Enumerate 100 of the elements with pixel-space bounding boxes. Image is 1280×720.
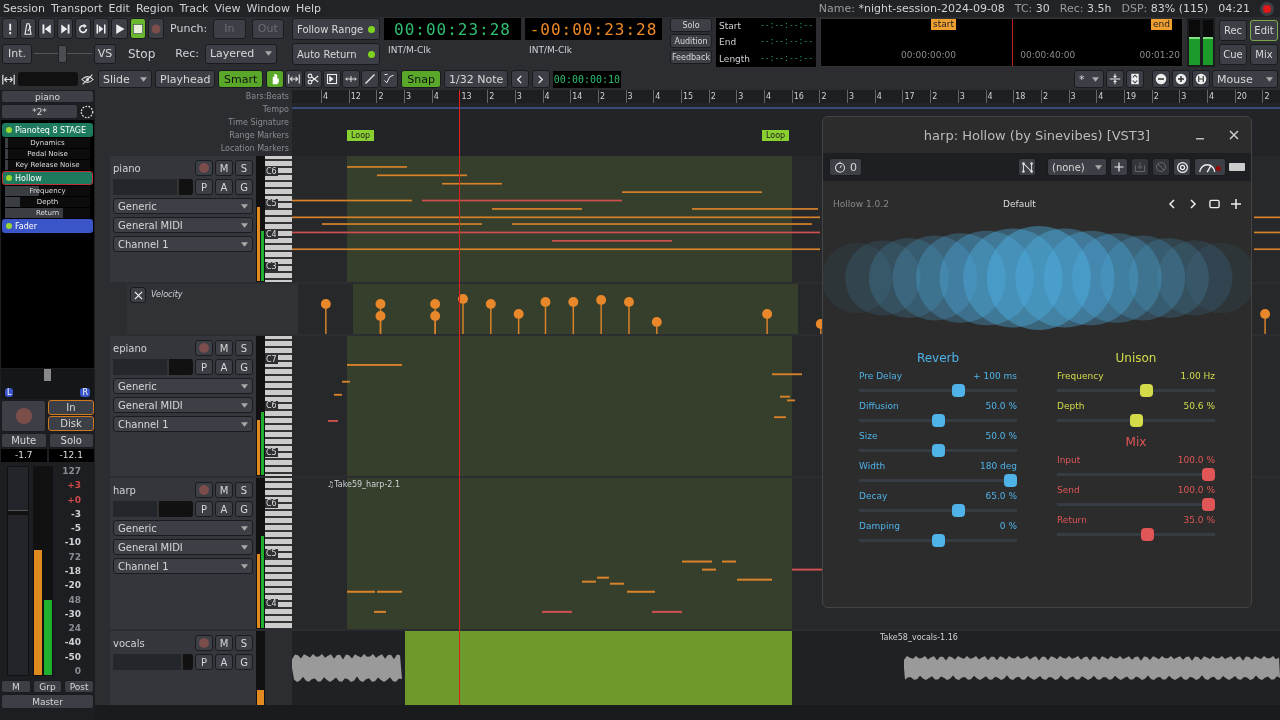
track-toggle-button[interactable]: M (215, 482, 233, 498)
record-arm-button[interactable] (195, 160, 213, 176)
piano-keyboard[interactable]: C6 C5 C4 C3 (265, 156, 292, 282)
slider-thumb[interactable] (1004, 474, 1017, 487)
bypass-button[interactable] (1173, 158, 1191, 176)
midi-setting-dropdown[interactable]: General MIDI (113, 217, 253, 233)
window-tab[interactable]: Cue (1219, 44, 1247, 65)
option-toggle[interactable]: Follow Range (292, 18, 380, 40)
midi-notes-drawing[interactable] (1254, 216, 1280, 251)
velocity-lollipop[interactable] (458, 294, 468, 334)
preset-dropdown[interactable]: (none) (1047, 158, 1107, 176)
slider-thumb[interactable] (1141, 528, 1155, 541)
velocity-lollipop[interactable] (485, 299, 496, 334)
next-icon[interactable] (1188, 199, 1198, 209)
pin-connections-button[interactable] (1018, 158, 1036, 176)
track-name[interactable]: harp (113, 484, 193, 496)
horizontal-scrollbar[interactable] (95, 705, 1280, 720)
expand-icon[interactable] (2, 72, 15, 86)
hidden-eye-icon[interactable] (81, 72, 94, 86)
velocity-lollipop[interactable] (430, 311, 441, 334)
midi-setting-dropdown[interactable]: Generic (113, 520, 253, 536)
nudge-forward-button[interactable] (531, 70, 550, 88)
velocity-lollipop[interactable] (540, 297, 551, 334)
track-option-button[interactable]: A (215, 179, 233, 195)
edit-mode-dropdown[interactable]: Slide (98, 70, 152, 88)
midi-setting-dropdown[interactable]: Channel 1 (113, 416, 253, 432)
go-to-start-button[interactable] (38, 18, 55, 39)
marker-flag[interactable]: start (931, 19, 956, 30)
solo-button[interactable]: Solo (48, 433, 94, 448)
zoom-in-button[interactable] (1172, 70, 1190, 88)
input-button[interactable]: *2* (1, 104, 78, 119)
close-icon[interactable] (1229, 130, 1239, 140)
velocity-lollipop[interactable] (651, 317, 662, 334)
menu-item[interactable]: Track (176, 2, 212, 15)
midi-setting-dropdown[interactable]: Channel 1 (113, 558, 253, 574)
slider-thumb[interactable] (951, 384, 965, 397)
track-gain-slider[interactable] (113, 501, 193, 517)
record-mode-dropdown[interactable]: Layered (204, 43, 277, 64)
sync-button[interactable]: Int. (2, 43, 32, 64)
slider-thumb[interactable] (1139, 384, 1153, 397)
add-preset-button[interactable] (1110, 158, 1128, 176)
time-clock[interactable]: 00:00:23:28 (384, 18, 521, 40)
track-toggle-button[interactable]: S (235, 160, 253, 176)
plugin-slot[interactable]: Fader (2, 219, 93, 233)
save-preset-button[interactable] (1131, 158, 1149, 176)
plus-icon[interactable] (1231, 199, 1241, 209)
piano-keyboard[interactable]: C7 C6 C5 (265, 336, 292, 476)
grab-tool-button[interactable] (266, 70, 285, 88)
monitor-button[interactable]: Audition (670, 34, 712, 48)
cut-tool-button[interactable] (304, 70, 323, 88)
track-option-button[interactable]: A (215, 359, 233, 375)
midi-setting-dropdown[interactable]: Generic (113, 198, 253, 214)
monitor-button[interactable]: Solo (670, 18, 712, 32)
pan-handle[interactable] (43, 369, 51, 381)
grid-dropdown[interactable]: 1/32 Note (443, 70, 508, 88)
expand-tracks-button[interactable] (1126, 70, 1144, 88)
track-option-button[interactable]: G (235, 654, 253, 670)
record-arm-button[interactable] (195, 340, 213, 356)
strip-option-button[interactable]: M (1, 680, 31, 693)
plugin-slot[interactable]: Hollow (2, 171, 93, 185)
record-arm-button[interactable] (195, 635, 213, 651)
velocity-lollipop[interactable] (762, 309, 773, 334)
menu-item[interactable]: Window (243, 2, 293, 15)
record-arm-button[interactable] (1, 400, 46, 432)
play-button[interactable] (111, 18, 128, 39)
slider-thumb[interactable] (1202, 468, 1215, 481)
previous-icon[interactable] (1167, 199, 1177, 209)
name-field[interactable] (18, 72, 78, 86)
alert-button[interactable] (2, 18, 19, 39)
smart-mode-button[interactable]: Smart (218, 70, 264, 88)
midi-setting-dropdown[interactable]: Generic (113, 378, 253, 394)
track-gain-slider[interactable] (113, 179, 193, 195)
monitor-input-button[interactable]: In (48, 400, 94, 415)
marker-flag[interactable]: end (1151, 19, 1172, 30)
content-tool-button[interactable] (323, 70, 342, 88)
plugin-slot[interactable]: Pianoteq 8 STAGE (2, 123, 93, 137)
piano-keyboard[interactable]: C6 C5 C4 (265, 478, 292, 629)
shuttle-handle[interactable] (58, 44, 67, 63)
track-toggle-button[interactable]: S (235, 635, 253, 651)
velocity-lollipop[interactable] (375, 311, 386, 334)
menu-item[interactable]: Edit (105, 2, 133, 15)
output-button[interactable]: Master (1, 694, 94, 709)
window-tab[interactable]: Edit (1250, 20, 1278, 41)
track-name[interactable]: epiano (113, 342, 193, 354)
preset-name-text[interactable]: Default (1003, 199, 1167, 209)
slider-thumb[interactable] (1202, 498, 1215, 511)
automation-button[interactable] (1194, 158, 1226, 176)
close-lane-button[interactable] (130, 287, 146, 303)
window-tab[interactable]: Mix (1250, 44, 1278, 65)
midi-setting-dropdown[interactable]: Channel 1 (113, 236, 253, 252)
track-option-button[interactable]: G (235, 179, 253, 195)
stereo-panner[interactable]: L R (1, 369, 94, 399)
edit-point-dropdown[interactable]: Playhead (155, 70, 215, 88)
track-toggle-button[interactable]: S (235, 340, 253, 356)
stop-button[interactable] (129, 18, 146, 39)
midi-setting-dropdown[interactable]: General MIDI (113, 397, 253, 413)
go-to-end-button[interactable] (56, 18, 73, 39)
track-toggle-button[interactable]: S (235, 482, 253, 498)
internal-edit-tool-button[interactable] (380, 70, 399, 88)
velocity-lollipop[interactable] (1260, 309, 1271, 334)
